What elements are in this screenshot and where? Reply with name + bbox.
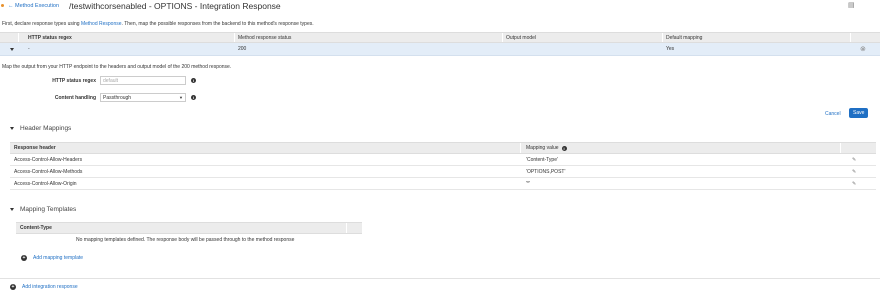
intro-suffix: . Then, map the possible responses from … [121,21,314,27]
table-row: Access-Control-Allow-Headers 'Content-Ty… [10,154,876,166]
col-content-type: Content-Type [20,225,52,231]
pencil-icon[interactable]: ✎ [852,154,856,165]
integration-responses-table: HTTP status regex Method response status… [0,32,880,56]
table-row: Access-Control-Allow-Methods 'OPTIONS,PO… [10,166,876,178]
column-divider [662,33,663,42]
mapping-templates-title: Mapping Templates [20,206,77,213]
content-handling-label: Content handling [54,95,96,101]
col-default-mapping: Default mapping [666,34,703,41]
add-mapping-template-button[interactable]: + Add mapping template [21,255,83,261]
add-integration-response-label: Add integration response [22,284,78,290]
col-mapping-value-label: Mapping value [526,145,559,151]
response-header-cell: Access-Control-Allow-Headers [14,156,83,163]
mapping-value-cell: 'OPTIONS,POST' [526,168,566,175]
info-icon[interactable]: i [561,145,567,151]
mapping-templates-toggle[interactable]: Mapping Templates [10,206,76,213]
content-handling-value: Passthrough [103,94,132,101]
intro-prefix: First, declare response types using [2,21,81,27]
col-response-header: Response header [14,145,56,151]
col-output-model: Output model [506,34,537,41]
table-header: Response header Mapping value i [10,142,876,154]
caret-down-icon [10,208,14,211]
header-mappings-toggle[interactable]: Header Mappings [10,125,71,132]
http-status-regex-label: HTTP status regex [52,78,96,84]
column-divider [840,143,841,153]
column-divider [502,33,503,42]
info-icon[interactable]: i [191,95,196,100]
add-integration-response-button[interactable]: + Add integration response [10,284,78,290]
response-header-cell: Access-Control-Allow-Methods [14,168,83,175]
method-response-link[interactable]: Method Response [81,21,122,27]
intro-text: First, declare response types using Meth… [2,21,314,27]
table-row[interactable]: - 200 Yes ⊗ [0,43,880,56]
top-bar: ← Method Execution /testwithcorsenabled … [0,0,880,12]
panel-description: Map the output from your HTTP endpoint t… [2,64,232,70]
cancel-button[interactable]: Cancel [825,111,841,117]
plus-circle-icon: + [21,255,27,261]
row-regex: - [28,46,30,52]
row-default-mapping: Yes [666,46,675,52]
save-button[interactable]: Save [849,108,869,118]
empty-message: No mapping templates defined. The respon… [76,237,295,243]
plus-circle-icon: + [10,284,16,290]
pencil-icon[interactable]: ✎ [852,178,856,189]
caret-down-icon [10,47,14,51]
header-mappings-title: Header Mappings [20,125,72,132]
info-icon[interactable]: i [191,78,196,83]
status-dot-icon [1,4,4,7]
add-mapping-template-label: Add mapping template [33,255,84,261]
mapping-value-cell: '*' [526,180,530,187]
close-circle-icon[interactable]: ⊗ [860,43,866,55]
table-header: Content-Type [16,222,362,234]
pencil-icon[interactable]: ✎ [852,166,856,177]
table-row: Access-Control-Allow-Origin '*' ✎ [10,178,876,190]
row-status: 200 [238,46,247,52]
chevron-down-icon: ▼ [179,95,183,100]
col-method-response-status: Method response status [238,34,292,41]
column-divider [346,223,347,233]
col-http-status-regex: HTTP status regex [28,34,72,41]
page-title: /testwithcorsenabled - OPTIONS - Integra… [69,1,281,11]
divider [0,278,880,279]
mapping-templates-table: Content-Type No mapping templates define… [16,222,362,246]
collapse-row-icon[interactable] [10,43,14,55]
back-to-method-execution-link[interactable]: ← Method Execution [8,3,59,9]
column-divider [18,33,19,42]
http-status-regex-input[interactable]: default [100,76,186,85]
col-mapping-value: Mapping value i [526,143,567,153]
column-divider [520,143,521,153]
table-header: HTTP status regex Method response status… [0,32,880,43]
header-mappings-table: Response header Mapping value i Access-C… [10,142,876,190]
content-handling-select[interactable]: Passthrough ▼ [100,93,186,102]
mapping-value-cell: 'Content-Type' [526,156,558,163]
table-row: No mapping templates defined. The respon… [16,234,362,246]
column-divider [850,33,851,42]
page-settings-icon[interactable]: ▤ [848,1,855,9]
caret-down-icon [10,127,14,130]
response-header-cell: Access-Control-Allow-Origin [14,180,77,187]
column-divider [234,33,235,42]
